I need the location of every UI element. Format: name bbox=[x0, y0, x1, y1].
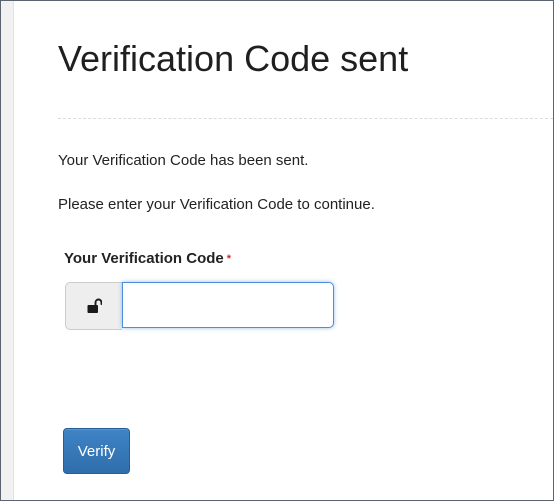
verification-code-input[interactable] bbox=[122, 282, 334, 328]
input-addon bbox=[65, 282, 122, 330]
instruction-message: Please enter your Verification Code to c… bbox=[58, 196, 375, 213]
verification-panel: Verification Code sent Your Verification… bbox=[14, 1, 553, 500]
required-marker: * bbox=[226, 253, 232, 265]
page-frame: Verification Code sent Your Verification… bbox=[0, 0, 554, 501]
page-title: Verification Code sent bbox=[58, 38, 409, 79]
sent-message: Your Verification Code has been sent. bbox=[58, 152, 309, 169]
verification-code-input-group bbox=[65, 282, 334, 330]
left-gutter bbox=[1, 1, 14, 500]
unlocked-padlock-icon bbox=[87, 298, 102, 313]
verification-code-label: Your Verification Code * bbox=[64, 249, 231, 269]
title-divider bbox=[58, 118, 553, 119]
verification-code-label-text: Your Verification Code bbox=[64, 250, 224, 267]
verify-button[interactable]: Verify bbox=[63, 428, 130, 474]
